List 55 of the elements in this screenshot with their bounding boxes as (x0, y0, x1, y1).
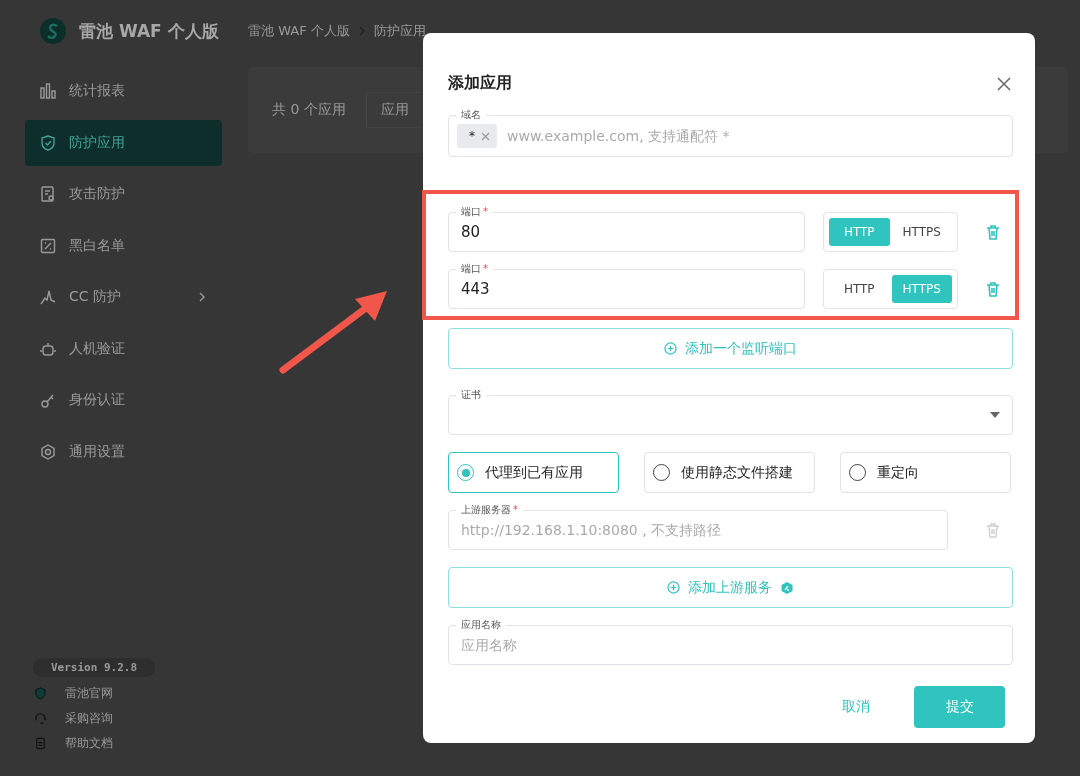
sidebar-item[interactable]: 黑白名单 (25, 222, 222, 269)
version-badge: Version 9.2.8 (33, 658, 156, 677)
document-icon (34, 737, 47, 750)
sidebar-item[interactable]: 防护应用 (25, 119, 222, 166)
shield-icon (39, 133, 57, 152)
list-icon (39, 236, 57, 255)
app-name-field[interactable]: 应用名称 应用名称 (448, 618, 1013, 665)
port-field[interactable]: 端口 * 80 (448, 205, 805, 252)
brand-title: 雷池 WAF 个人版 (79, 19, 219, 43)
breadcrumb-item[interactable]: 防护应用 (373, 22, 426, 40)
upstream-field[interactable]: 上游服务器 * http://192.168.1.10:8080 , 不支持路径 (448, 503, 948, 550)
domain-tag: * (457, 124, 497, 148)
sidebar-item[interactable]: 人机验证 (25, 325, 222, 372)
shield-icon (34, 687, 47, 700)
port-input[interactable]: 80 (461, 223, 792, 241)
protocol-option[interactable]: HTTPS (891, 218, 952, 246)
mode-option[interactable]: 代理到已有应用 (448, 452, 619, 493)
protocol-option[interactable]: HTTP (829, 275, 890, 303)
logo-icon (39, 17, 67, 45)
footer-link[interactable]: 雷池官网 (25, 685, 248, 702)
chart-icon (39, 82, 57, 100)
domain-field[interactable]: 域名 * www.example.com, 支持通配符 * (448, 108, 1013, 157)
certificate-select[interactable]: 证书 (448, 388, 1013, 435)
chevron-icon (198, 292, 206, 302)
pulse-icon (39, 288, 57, 306)
headset-icon (34, 712, 47, 725)
document-icon (39, 185, 57, 203)
gear-icon (39, 442, 57, 461)
footer-link[interactable]: 帮助文档 (25, 735, 248, 752)
breadcrumb-item[interactable]: 雷池 WAF 个人版 (248, 22, 350, 40)
mode-option[interactable]: 重定向 (840, 452, 1011, 493)
sidebar-item[interactable]: CC 防护 (25, 274, 222, 320)
domain-input[interactable]: www.example.com, 支持通配符 * (507, 128, 1000, 144)
sidebar-item[interactable]: 统计报表 (25, 68, 222, 114)
port-input[interactable]: 443 (461, 280, 792, 298)
mode-option[interactable]: 使用静态文件搭建 (644, 452, 815, 493)
sidebar-item[interactable]: 攻击防护 (25, 171, 222, 217)
sidebar-item[interactable]: 身份认证 (25, 377, 222, 423)
close-icon[interactable] (481, 131, 490, 141)
upstream-input[interactable]: http://192.168.1.10:8080 , 不支持路径 (461, 522, 935, 538)
plus-circle-icon (667, 581, 680, 594)
close-icon (997, 76, 1011, 91)
port-field[interactable]: 端口 * 443 (448, 262, 805, 309)
footer-link[interactable]: 采购咨询 (25, 710, 248, 727)
trash-icon (985, 224, 1001, 240)
close-button[interactable] (995, 74, 1013, 93)
app-name-input[interactable]: 应用名称 (461, 637, 1000, 653)
plus-circle-icon (664, 342, 677, 355)
hexagon-icon (780, 580, 794, 595)
dialog-title: 添加应用 (448, 73, 512, 94)
trash-icon (985, 522, 1001, 538)
trash-icon (985, 281, 1001, 297)
sidebar-item[interactable]: 通用设置 (25, 428, 222, 475)
caret-icon (990, 412, 1000, 418)
app-count: 共 0 个应用 (272, 101, 346, 119)
